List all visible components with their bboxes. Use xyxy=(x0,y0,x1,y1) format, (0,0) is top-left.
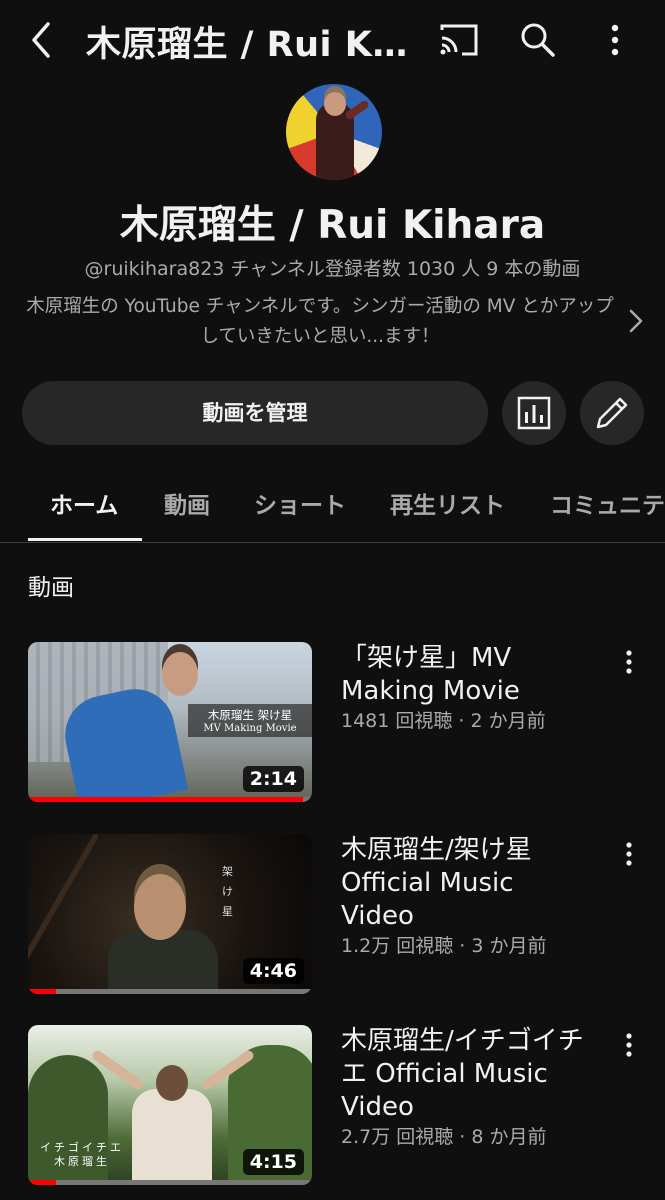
tab-playlists[interactable]: 再生リスト xyxy=(390,486,505,520)
active-tab-indicator xyxy=(28,538,142,541)
channel-tabs: ホーム 動画 ショート 再生リスト コミュニテ xyxy=(0,470,665,543)
watch-progress-track xyxy=(28,1180,312,1185)
more-vert-icon xyxy=(626,1033,632,1057)
avatar-head xyxy=(324,92,346,116)
thumbnail-caption: イチゴイチエ 木原瑠生 xyxy=(40,1141,124,1169)
search-icon xyxy=(521,23,555,57)
channel-meta: @ruikihara823 チャンネル登録者数 1030 人 9 本の動画 xyxy=(84,258,581,280)
channel-name: 木原瑠生 / Rui Kihara xyxy=(119,203,546,248)
thumbnail-background xyxy=(28,834,98,994)
description-expand-button[interactable] xyxy=(624,304,648,338)
video-meta: 1481 回視聴 · 2 か月前 xyxy=(341,710,546,732)
edit-pencil-icon xyxy=(596,397,628,429)
video-item[interactable]: イチゴイチエ 木原瑠生 4:15 木原瑠生/イチゴイチエ Official Mu… xyxy=(0,1025,665,1195)
thumbnail-face xyxy=(162,652,198,696)
duration-badge: 2:14 xyxy=(242,766,304,792)
channel-description[interactable]: 木原瑠生の YouTube チャンネルです。シンガー活動の MV とかアップして… xyxy=(20,292,620,352)
video-more-button[interactable] xyxy=(619,1031,639,1059)
cast-icon xyxy=(440,24,478,56)
more-vert-icon xyxy=(626,842,632,866)
channel-avatar[interactable] xyxy=(286,84,382,180)
analytics-icon xyxy=(517,396,551,430)
search-button[interactable] xyxy=(516,18,558,60)
duration-badge: 4:46 xyxy=(242,958,304,984)
tab-community[interactable]: コミュニテ xyxy=(550,486,665,520)
tab-shorts[interactable]: ショート xyxy=(254,486,346,520)
video-thumbnail[interactable]: イチゴイチエ 木原瑠生 4:15 xyxy=(28,1025,312,1185)
analytics-button[interactable] xyxy=(502,381,566,445)
video-item[interactable]: 架け星 4:46 木原瑠生/架け星 Official Music Video 1… xyxy=(0,834,665,1004)
manage-videos-button[interactable]: 動画を管理 xyxy=(22,381,488,445)
tab-home[interactable]: ホーム xyxy=(50,486,118,520)
thumbnail-face xyxy=(156,1065,188,1101)
avatar-arm xyxy=(344,99,370,121)
page-title: 木原瑠生 / Rui Kihara xyxy=(86,25,416,65)
tab-videos[interactable]: 動画 xyxy=(164,486,210,520)
video-thumbnail[interactable]: 架け星 4:46 xyxy=(28,834,312,994)
video-more-button[interactable] xyxy=(619,648,639,676)
thumbnail-caption-line: MV Making Movie xyxy=(203,723,297,734)
more-vert-icon xyxy=(626,650,632,674)
video-meta: 1.2万 回視聴 · 3 か月前 xyxy=(341,935,547,957)
cast-button[interactable] xyxy=(438,20,480,60)
thumbnail-caption: 木原瑠生 架け星 MV Making Movie xyxy=(188,704,312,737)
video-title[interactable]: 木原瑠生/架け星 Official Music Video xyxy=(341,834,591,933)
video-item[interactable]: 木原瑠生 架け星 MV Making Movie 2:14 「架け星」MV Ma… xyxy=(0,642,665,812)
video-title[interactable]: 「架け星」MV Making Movie xyxy=(341,642,591,708)
watch-progress-bar xyxy=(28,1180,57,1185)
section-title: 動画 xyxy=(28,575,74,601)
duration-badge: 4:15 xyxy=(242,1149,304,1175)
video-title[interactable]: 木原瑠生/イチゴイチエ Official Music Video xyxy=(341,1025,591,1124)
thumbnail-person xyxy=(132,1089,212,1185)
watch-progress-bar xyxy=(28,797,304,802)
more-options-button[interactable] xyxy=(600,18,630,62)
video-more-button[interactable] xyxy=(619,840,639,868)
chevron-right-icon xyxy=(629,309,643,333)
watch-progress-track xyxy=(28,989,312,994)
back-button[interactable] xyxy=(22,18,62,62)
thumbnail-caption-line: 木原瑠生 xyxy=(54,1155,110,1168)
thumbnail-caption-line: 木原瑠生 架け星 xyxy=(207,708,293,722)
video-thumbnail[interactable]: 木原瑠生 架け星 MV Making Movie 2:14 xyxy=(28,642,312,802)
thumbnail-face xyxy=(134,874,186,940)
edit-channel-button[interactable] xyxy=(580,381,644,445)
back-icon xyxy=(32,22,50,58)
thumbnail-caption-line: イチゴイチエ xyxy=(40,1141,124,1154)
top-app-bar: 木原瑠生 / Rui Kihara xyxy=(0,0,665,80)
thumbnail-caption: 架け星 xyxy=(222,865,233,918)
more-vert-icon xyxy=(611,24,619,56)
watch-progress-bar xyxy=(28,989,57,994)
video-meta: 2.7万 回視聴 · 8 か月前 xyxy=(341,1126,547,1148)
